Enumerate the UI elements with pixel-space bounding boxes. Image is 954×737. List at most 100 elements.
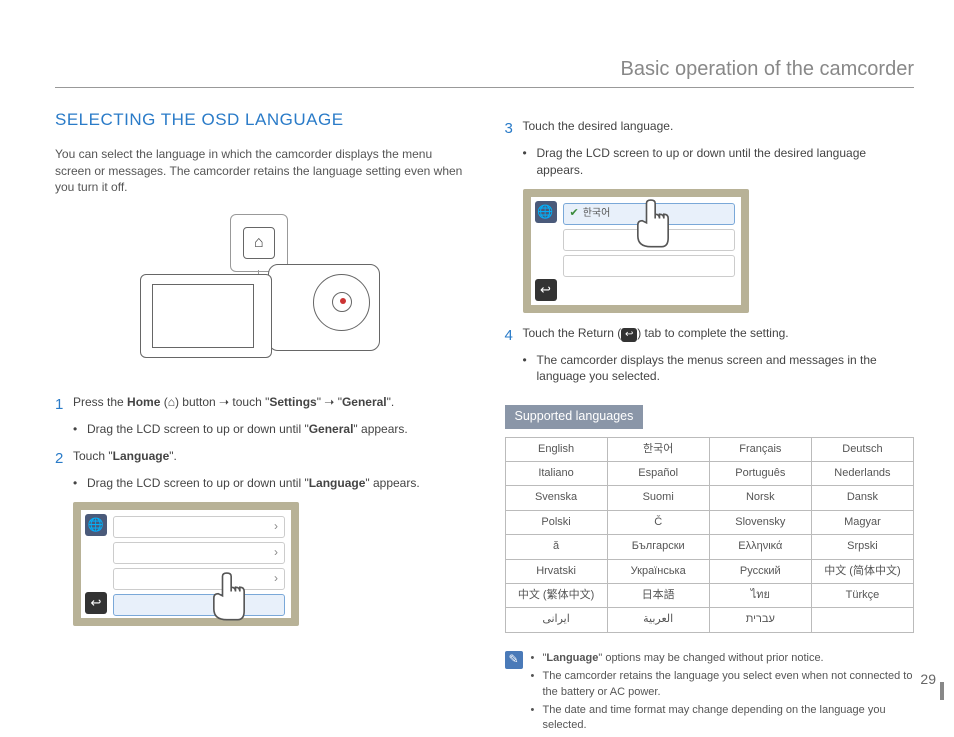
language-cell: Nederlands [811,462,913,486]
return-icon: ↩ [535,279,557,301]
language-cell: Français [709,437,811,461]
text: Language [546,652,598,664]
notes-box: ✎ •"Language" options may be changed wit… [505,651,915,737]
list-item-selected [113,594,285,616]
text: The camcorder displays the menus screen … [537,352,915,386]
text: " [334,395,342,409]
language-cell: Español [607,462,709,486]
text: ) button [175,395,219,409]
language-cell: Suomi [607,486,709,510]
language-cell: Svenska [505,486,607,510]
step-4: 4 Touch the Return (↩) tab to complete t… [505,325,915,346]
check-icon: ✔ [570,206,579,221]
step-number: 3 [505,118,523,139]
text: Drag the LCD screen to up or down until … [537,145,915,179]
language-cell: 中文 (繁体中文) [505,584,607,608]
list-item: › [113,568,285,590]
supported-languages-heading: Supported languages [505,405,644,429]
globe-icon: 🌐 [85,514,107,536]
text: The camcorder retains the language you s… [543,669,915,700]
list-item [563,255,735,277]
language-cell: Português [709,462,811,486]
camcorder-illustration: ⌂ [130,214,390,374]
text: touch " [229,395,269,409]
text: Touch the Return ( [523,326,622,340]
step-number: 4 [505,325,523,346]
language-cell: Dansk [811,486,913,510]
language-cell: 한국어 [607,437,709,461]
step-number: 2 [55,448,73,469]
step-3-bullet: • Drag the LCD screen to up or down unti… [523,145,915,179]
text: Settings [269,395,316,409]
list-item: › [113,542,285,564]
text: General [342,395,387,409]
text: The date and time format may change depe… [543,703,915,734]
chevron-right-icon: › [274,544,278,561]
step-text: Touch the desired language. [523,118,915,139]
return-icon: ↩ [621,328,637,342]
language-cell: Č [607,510,709,534]
text: ) tab to complete the setting. [637,326,788,340]
note-icon: ✎ [505,651,523,669]
arrow-icon: ➝ [324,395,334,409]
step-2-bullet: • Drag the LCD screen to up or down unti… [73,475,465,492]
page-number-bar [940,682,944,700]
language-cell: Magyar [811,510,913,534]
language-cell: Polski [505,510,607,534]
lcd-figure-language-list: 🌐 › › › ↩ [73,502,299,626]
supported-languages-table: English한국어FrançaisDeutsch ItalianoEspañol… [505,437,915,633]
intro-text: You can select the language in which the… [55,146,465,196]
language-cell: Srpski [811,535,913,559]
language-cell: 日本語 [607,584,709,608]
step-1: 1 Press the Home (⌂) button ➝ touch "Set… [55,394,465,415]
hand-pointer-icon [631,199,675,251]
text: ( [160,395,167,409]
language-cell: ไทย [709,584,811,608]
language-cell: Hrvatski [505,559,607,583]
text: Language [309,476,366,490]
language-cell: Deutsch [811,437,913,461]
text: ". [387,395,395,409]
return-icon: ↩ [85,592,107,614]
home-icon: ⌂ [168,395,175,409]
list-item: › [113,516,285,538]
hand-pointer-icon [207,572,251,624]
text: Touch " [73,449,113,463]
language-cell: Українська [607,559,709,583]
language-cell [811,608,913,632]
text: ". [169,449,177,463]
selected-language-label: 한국어 [583,207,611,221]
language-cell: Italiano [505,462,607,486]
language-cell: Русский [709,559,811,583]
step-1-bullet: • Drag the LCD screen to up or down unti… [73,421,465,438]
lcd-figure-language-selected: 🌐 ✔ 한국어 ↩ [523,189,749,313]
text: Home [127,395,160,409]
text: Language [113,449,170,463]
language-cell: Türkçe [811,584,913,608]
language-cell: Slovensky [709,510,811,534]
step-2: 2 Touch "Language". [55,448,465,469]
language-cell: العربية [607,608,709,632]
text: General [309,422,354,436]
language-cell: ایرانی [505,608,607,632]
home-icon: ⌂ [243,227,275,259]
page-number: 29 [920,670,936,690]
language-cell: English [505,437,607,461]
step-4-bullet: • The camcorder displays the menus scree… [523,352,915,386]
chevron-right-icon: › [274,570,278,587]
language-cell: Norsk [709,486,811,510]
language-cell: Ελληνικά [709,535,811,559]
language-cell: ă [505,535,607,559]
text: Press the [73,395,127,409]
text: Drag the LCD screen to up or down until … [87,476,309,490]
globe-icon: 🌐 [535,201,557,223]
text: " options may be changed without prior n… [598,652,823,664]
arrow-icon: ➝ [219,395,229,409]
language-cell: עברית [709,608,811,632]
text: Drag the LCD screen to up or down until … [87,422,309,436]
step-3: 3 Touch the desired language. [505,118,915,139]
page-header: Basic operation of the camcorder [55,55,914,88]
section-title: SELECTING THE OSD LANGUAGE [55,108,465,132]
text: " appears. [353,422,407,436]
language-cell: 中文 (简体中文) [811,559,913,583]
